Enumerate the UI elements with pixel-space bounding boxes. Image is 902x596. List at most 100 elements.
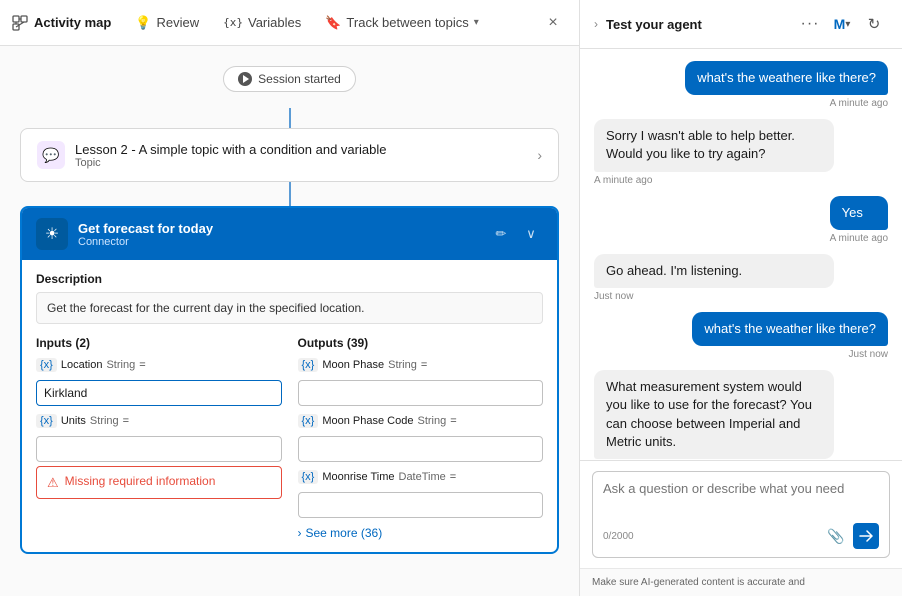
bot-bubble-6: What measurement system would you like t… <box>594 370 834 459</box>
panel-chevron-icon: › <box>594 17 598 31</box>
msg-time-4: Just now <box>594 291 888 302</box>
connector-line-top <box>289 108 291 128</box>
see-more-button[interactable]: › See more (36) <box>298 526 544 540</box>
send-icon <box>859 529 873 543</box>
expand-icon[interactable]: ∨ <box>519 222 543 246</box>
user-bubble-3: Yes <box>830 196 888 230</box>
field-row-moon-phase-code: {x} Moon Phase Code String = <box>298 414 544 428</box>
lesson-subtitle: Topic <box>75 157 527 169</box>
units-type: String <box>90 415 119 427</box>
play-icon <box>238 72 252 86</box>
refresh-button[interactable]: ↻ <box>860 10 888 38</box>
location-input[interactable] <box>36 380 282 406</box>
lesson-arrow-icon[interactable]: › <box>537 147 542 163</box>
tab-variables[interactable]: {x} Variables <box>213 9 311 36</box>
chat-message-2: Sorry I wasn't able to help better. Woul… <box>594 119 888 185</box>
field-row-location: {x} Location String = <box>36 358 282 372</box>
location-type: String <box>106 359 135 371</box>
location-eq: = <box>139 359 145 371</box>
right-panel: › Test your agent ··· M ▾ ↻ what's the w… <box>580 0 902 596</box>
moonrise-time-tag: {x} <box>298 470 319 484</box>
chat-area: what's the weathere like there? A minute… <box>580 49 902 460</box>
more-options-button[interactable]: ··· <box>796 10 824 38</box>
chat-message-1: what's the weathere like there? A minute… <box>594 61 888 109</box>
chevron-brand-icon: ▾ <box>845 19 850 30</box>
moon-phase-type: String <box>388 359 417 371</box>
chat-message-4: Go ahead. I'm listening. Just now <box>594 254 888 302</box>
review-icon: 💡 <box>135 15 151 31</box>
chat-input-area: 0/2000 📎 <box>580 460 902 568</box>
session-started-container: Session started <box>20 66 559 92</box>
track-icon: 🔖 <box>325 15 341 31</box>
location-name: Location <box>61 359 103 371</box>
moon-phase-code-input[interactable] <box>298 436 544 462</box>
top-bar: Activity map 💡 Review {x} Variables 🔖 Tr… <box>0 0 579 46</box>
user-bubble-5: what's the weather like there? <box>692 312 888 346</box>
chat-message-5: what's the weather like there? Just now <box>594 312 888 360</box>
io-grid: Inputs (2) {x} Location String = {x} <box>36 336 543 540</box>
variables-icon: {x} <box>223 16 243 29</box>
chevron-down-icon: ▾ <box>474 17 479 28</box>
connector-title: Get forecast for today <box>78 221 479 236</box>
field-row-units: {x} Units String = <box>36 414 282 428</box>
disclaimer-text: Make sure AI-generated content is accura… <box>580 568 902 596</box>
bot-bubble-4: Go ahead. I'm listening. <box>594 254 834 288</box>
moonrise-time-type: DateTime <box>399 471 446 483</box>
units-tag: {x} <box>36 414 57 428</box>
connector-subtitle: Connector <box>78 236 479 248</box>
panel-header: › Test your agent ··· M ▾ ↻ <box>580 0 902 49</box>
tab-review[interactable]: 💡 Review <box>125 9 209 37</box>
connector-icon: ☀ <box>36 218 68 250</box>
lesson-card[interactable]: 💬 Lesson 2 - A simple topic with a condi… <box>20 128 559 182</box>
char-count: 0/2000 <box>603 531 634 542</box>
moon-phase-code-type: String <box>417 415 446 427</box>
brand-button[interactable]: M ▾ <box>828 10 856 38</box>
description-label: Description <box>36 272 543 286</box>
moon-phase-name: Moon Phase <box>322 359 384 371</box>
connector-header: ☀ Get forecast for today Connector ✏ ∨ <box>22 208 557 260</box>
chat-input-box: 0/2000 📎 <box>592 471 890 558</box>
activity-map-icon <box>12 15 28 31</box>
inputs-label: Inputs (2) <box>36 336 282 350</box>
chat-message-3: Yes A minute ago <box>594 196 888 244</box>
edit-icon[interactable]: ✏ <box>489 222 513 246</box>
units-eq: = <box>123 415 129 427</box>
units-name: Units <box>61 415 86 427</box>
chat-textarea[interactable] <box>603 480 879 516</box>
attachment-button[interactable]: 📎 <box>823 523 849 549</box>
units-input[interactable] <box>36 436 282 462</box>
connector-card: ☀ Get forecast for today Connector ✏ ∨ D… <box>20 206 559 554</box>
field-row-moonrise-time: {x} Moonrise Time DateTime = <box>298 470 544 484</box>
user-bubble-1: what's the weathere like there? <box>685 61 888 95</box>
brand-logo-icon: M <box>834 16 846 32</box>
msg-time-5: Just now <box>692 349 888 360</box>
msg-time-3: A minute ago <box>830 233 888 244</box>
msg-time-1: A minute ago <box>685 98 888 109</box>
chat-message-6: What measurement system would you like t… <box>594 370 888 460</box>
error-message: Missing required information <box>65 474 216 488</box>
send-button[interactable] <box>853 523 879 549</box>
outputs-label: Outputs (39) <box>298 336 544 350</box>
moon-phase-code-name: Moon Phase Code <box>322 415 413 427</box>
tab-track-between-topics[interactable]: 🔖 Track between topics ▾ <box>315 9 489 37</box>
lesson-title: Lesson 2 - A simple topic with a conditi… <box>75 142 527 157</box>
moon-phase-tag: {x} <box>298 358 319 372</box>
moonrise-time-name: Moonrise Time <box>322 471 394 483</box>
canvas-area: Session started 💬 Lesson 2 - A simple to… <box>0 46 579 596</box>
field-row-moon-phase: {x} Moon Phase String = <box>298 358 544 372</box>
msg-time-2: A minute ago <box>594 175 888 186</box>
panel-title: Test your agent <box>606 17 788 32</box>
warning-icon: ⚠ <box>47 475 59 491</box>
session-started-pill: Session started <box>223 66 356 92</box>
bot-bubble-2: Sorry I wasn't able to help better. Woul… <box>594 119 834 171</box>
inputs-section: Inputs (2) {x} Location String = {x} <box>36 336 282 540</box>
moon-phase-input[interactable] <box>298 380 544 406</box>
connector-line <box>289 182 291 206</box>
lesson-icon: 💬 <box>37 141 65 169</box>
description-text: Get the forecast for the current day in … <box>36 292 543 324</box>
location-tag: {x} <box>36 358 57 372</box>
close-button[interactable]: × <box>539 9 567 37</box>
units-error-box: ⚠ Missing required information <box>36 466 282 499</box>
moonrise-time-input[interactable] <box>298 492 544 518</box>
moon-phase-code-tag: {x} <box>298 414 319 428</box>
